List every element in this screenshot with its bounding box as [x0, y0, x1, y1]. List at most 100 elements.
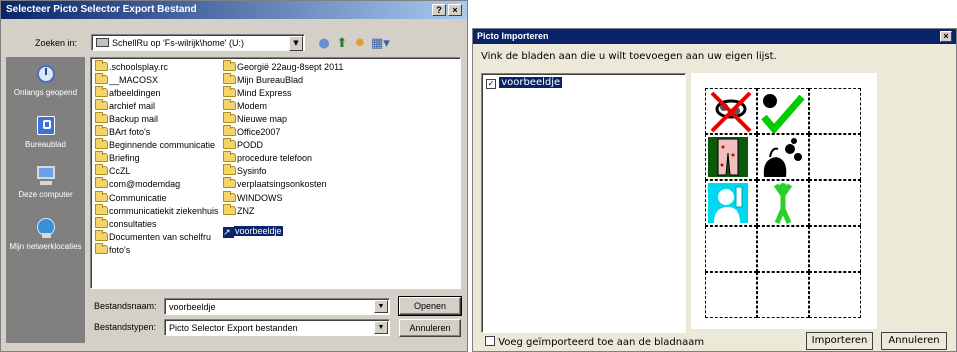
sheet-checkbox[interactable]: ✓ — [486, 79, 496, 89]
folder-item[interactable]: Nieuwe map — [223, 112, 287, 126]
folder-item[interactable]: ZNZ — [223, 203, 255, 218]
place-label: Deze computer — [18, 190, 73, 199]
cancel-button[interactable]: Annuleren — [399, 319, 461, 337]
folder-label: BArt foto's — [109, 127, 151, 138]
folder-icon — [95, 164, 108, 176]
folder-item[interactable]: Georgië 22aug-8sept 2011 — [223, 60, 343, 74]
folder-label: __MACOSX — [109, 75, 159, 86]
picto-cell — [705, 180, 757, 226]
open-button[interactable]: Openen — [398, 296, 462, 316]
chevron-down-icon[interactable]: ▼ — [289, 36, 303, 51]
add-to-tab-option[interactable]: Voeg geïmporteerd toe aan de bladnaam — [485, 336, 704, 348]
import-button[interactable]: Importeren — [806, 332, 873, 350]
folder-label: Communicatie — [109, 192, 167, 203]
folder-label: Mind Express — [237, 88, 292, 99]
my-computer-icon — [34, 165, 58, 187]
place-label: Mijn netwerklocaties — [9, 242, 82, 251]
folder-item[interactable]: procedure telefoon — [223, 151, 312, 165]
forbidden-picto-icon — [710, 91, 752, 133]
picto-cell — [757, 226, 809, 272]
folder-item[interactable]: WINDOWS — [223, 190, 283, 205]
folder-item[interactable]: Briefing — [95, 151, 140, 165]
folder-icon — [95, 190, 108, 202]
place-label: Onlangs geopend — [13, 88, 78, 97]
folder-label: foto's — [109, 244, 131, 255]
export-file-dialog: Selecteer Picto Selector Export Bestand … — [0, 0, 468, 352]
file-list[interactable]: ↗ voorbeeldje .schoolsplay.rc __MACOSX afbe… — [90, 57, 461, 289]
folder-item[interactable]: foto's — [95, 242, 131, 257]
folder-item[interactable]: Office2007 — [223, 125, 281, 139]
cancel-button[interactable]: Annuleren — [881, 332, 947, 350]
filetype-value: Picto Selector Export bestanden — [169, 323, 298, 333]
folder-item[interactable]: .schoolsplay.rc — [95, 60, 168, 74]
folder-item[interactable]: Documenten van schelfru — [95, 229, 211, 244]
close-button[interactable]: × — [448, 4, 462, 16]
checkmark-picto-icon — [761, 94, 805, 135]
places-bar: Onlangs geopend Bureaublad Deze computer… — [6, 57, 85, 343]
file-item-selected[interactable]: ↗ voorbeeldje — [223, 225, 283, 238]
folder-label: Modem — [237, 101, 268, 112]
folder-icon — [223, 151, 236, 163]
picto-cell — [809, 180, 861, 226]
network-drive-icon — [96, 38, 109, 47]
folder-item[interactable]: Backup mail — [95, 112, 158, 126]
folder-item[interactable]: Sysinfo — [223, 164, 267, 178]
back-icon[interactable]: ● — [315, 35, 333, 53]
add-to-tab-checkbox[interactable] — [485, 336, 495, 346]
folder-label: Briefing — [109, 153, 140, 164]
folder-item[interactable]: Mind Express — [223, 86, 292, 100]
folder-item[interactable]: Beginnende communicatie — [95, 138, 215, 152]
folder-item[interactable]: consultaties — [95, 216, 157, 231]
folder-item[interactable]: verplaatsingsonkosten — [223, 177, 327, 191]
folder-item[interactable]: Mijn BureauBlad — [223, 73, 303, 87]
help-button[interactable]: ? — [432, 4, 446, 16]
folder-icon — [223, 203, 236, 215]
up-folder-icon[interactable]: ⬆ — [333, 35, 351, 53]
folder-icon — [223, 86, 236, 98]
picto-cell — [705, 226, 757, 272]
place-my-computer[interactable]: Deze computer — [6, 165, 85, 199]
folder-label: .schoolsplay.rc — [109, 62, 168, 72]
folder-label: archief mail — [109, 101, 156, 112]
folder-icon — [95, 151, 108, 163]
filetype-combo[interactable]: Picto Selector Export bestanden ▼ — [164, 319, 390, 336]
folder-item[interactable]: archief mail — [95, 99, 156, 113]
chevron-down-icon[interactable]: ▼ — [374, 300, 388, 313]
place-desktop[interactable]: Bureaublad — [6, 115, 85, 149]
folder-item[interactable]: Modem — [223, 99, 268, 113]
sheet-label: voorbeeldje — [499, 77, 563, 88]
folder-item[interactable]: __MACOSX — [95, 73, 159, 87]
folder-icon — [223, 190, 236, 202]
picto-cell — [757, 272, 809, 318]
folder-item[interactable]: com@modemdag — [95, 177, 180, 191]
view-menu-icon[interactable]: ▦▾ — [371, 35, 390, 53]
close-button[interactable]: × — [940, 31, 952, 42]
look-in-combo[interactable]: SchellRu op 'Fs-wilrijk\home' (U:) ▼ — [91, 34, 305, 51]
folder-icon — [223, 177, 236, 189]
folder-item[interactable]: PODD — [223, 138, 264, 152]
folder-item[interactable]: BArt foto's — [95, 125, 151, 139]
folder-label: PODD — [237, 140, 264, 151]
picto-import-dialog: Picto Importeren × Vink de bladen aan di… — [472, 28, 957, 352]
sheet-list[interactable]: ✓ voorbeeldje — [481, 73, 686, 333]
desktop-icon — [34, 115, 58, 137]
file-item-label: voorbeeldje — [234, 226, 283, 236]
sheet-item[interactable]: ✓ voorbeeldje — [486, 77, 563, 89]
folder-icon — [223, 60, 236, 71]
filename-combo[interactable]: voorbeeldje ▼ — [164, 298, 390, 315]
folder-icon — [95, 242, 108, 254]
folder-icon — [95, 73, 108, 85]
chevron-down-icon[interactable]: ▼ — [374, 321, 388, 334]
new-folder-icon[interactable]: ✸ — [351, 35, 369, 53]
folder-item[interactable]: afbeeldingen — [95, 86, 161, 100]
folder-item[interactable]: Communicatie — [95, 190, 167, 205]
folder-label: Office2007 — [237, 127, 281, 138]
folder-item[interactable]: CcZL — [95, 164, 131, 178]
folder-item[interactable]: communicatiekit ziekenhuis — [95, 203, 219, 218]
picto-cell — [757, 88, 809, 135]
picto-cell — [705, 272, 757, 318]
filename-value: voorbeeldje — [169, 302, 216, 312]
place-recent[interactable]: Onlangs geopend — [6, 63, 85, 97]
place-network[interactable]: Mijn netwerklocaties — [6, 217, 85, 251]
folder-icon — [95, 99, 108, 111]
